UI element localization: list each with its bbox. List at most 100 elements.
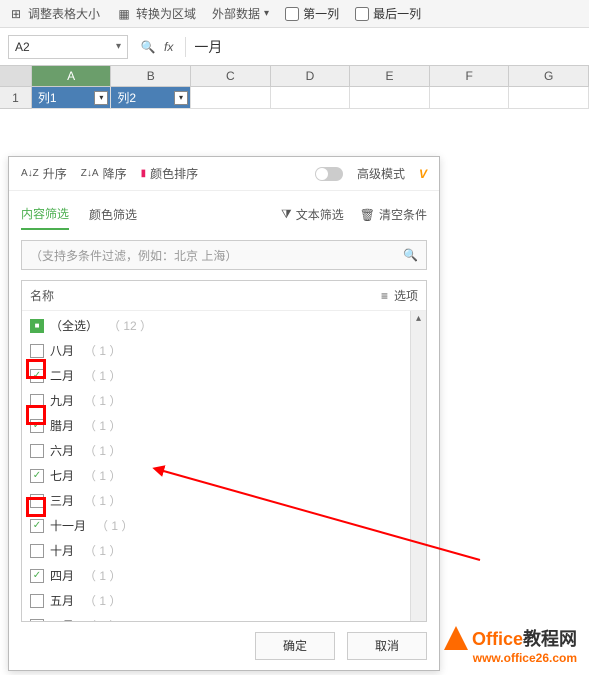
clear-filter-label: 清空条件 (379, 206, 427, 223)
color-sort-button[interactable]: ▮ 颜色排序 (141, 165, 199, 182)
sort-asc-button[interactable]: A↓Z 升序 (21, 165, 67, 182)
col-header-b[interactable]: B (111, 66, 191, 86)
list-item[interactable]: 八月 （ 1 ） (22, 338, 426, 363)
checkbox-icon[interactable] (30, 494, 44, 508)
item-label: 十一月 (50, 517, 86, 534)
list-item[interactable]: 腊月（ 1 ） (22, 413, 426, 438)
item-count: （ 12 ） (108, 317, 152, 334)
filter-dropdown-icon[interactable]: ▾ (174, 91, 188, 105)
chevron-down-icon[interactable]: ▾ (116, 41, 121, 52)
table-resize-icon: ⊞ (8, 6, 24, 22)
checkbox-icon[interactable] (30, 419, 44, 433)
item-label: 一月 (50, 617, 74, 621)
search-icon[interactable]: 🔍 (140, 39, 156, 55)
ok-button[interactable]: 确定 (255, 632, 335, 660)
col-header-d[interactable]: D (271, 66, 351, 86)
list-header: 名称 ≡ 选项 (22, 281, 426, 311)
advanced-mode-switch[interactable] (315, 167, 343, 181)
list-icon[interactable]: ≡ (381, 289, 388, 303)
cell-g1[interactable] (509, 87, 589, 109)
scroll-up-icon[interactable]: ▴ (411, 311, 426, 327)
select-all-corner[interactable] (0, 66, 32, 86)
first-col-input[interactable] (285, 7, 299, 21)
convert-range-button[interactable]: ▦ 转换为区域 (116, 5, 196, 22)
sort-asc-label: 升序 (43, 165, 67, 182)
cancel-button[interactable]: 取消 (347, 632, 427, 660)
list-item[interactable]: 六月（ 1 ） (22, 438, 426, 463)
item-label: 五月 (50, 592, 74, 609)
list-item[interactable]: 七月（ 1 ） (22, 463, 426, 488)
filter-list: 名称 ≡ 选项 ▴ （全选）（ 12 ） 八月 （ 1 ） 二月（ 1 ）九月（ 1 … (21, 280, 427, 622)
cell-d1[interactable] (271, 87, 351, 109)
col-header-f[interactable]: F (430, 66, 510, 86)
col-header-e[interactable]: E (350, 66, 430, 86)
checkbox-icon[interactable] (30, 469, 44, 483)
external-data-button[interactable]: 外部数据 ▾ (212, 5, 269, 22)
checkbox-icon[interactable] (30, 344, 44, 358)
list-item[interactable]: 二月（ 1 ） (22, 363, 426, 388)
list-item[interactable]: 一月（ 1 ） (22, 613, 426, 621)
checkbox-icon[interactable] (30, 394, 44, 408)
col1-label: 列1 (38, 87, 57, 109)
resize-table-button[interactable]: ⊞ 调整表格大小 (8, 5, 100, 22)
cell-c1[interactable] (191, 87, 271, 109)
checkbox-icon[interactable] (30, 444, 44, 458)
formula-bar: A2 ▾ 🔍 fx 一月 (0, 28, 589, 66)
item-count: （ 1 ） (84, 342, 121, 359)
tab-color-filter[interactable]: 颜色筛选 (89, 200, 137, 229)
filter-dropdown-icon[interactable]: ▾ (94, 91, 108, 105)
advanced-mode-label: 高级模式 (357, 165, 405, 182)
funnel-icon: ⧩ (281, 207, 292, 222)
sort-desc-button[interactable]: Z↓A 降序 (81, 165, 127, 182)
col-header-c[interactable]: C (191, 66, 271, 86)
list-item[interactable]: 九月（ 1 ） (22, 388, 426, 413)
checkbox-icon[interactable] (30, 369, 44, 383)
list-item[interactable]: 三月（ 1 ） (22, 488, 426, 513)
cell-e1[interactable] (350, 87, 430, 109)
cell-f1[interactable] (430, 87, 510, 109)
col-header-a[interactable]: A (32, 66, 112, 86)
fx-label[interactable]: fx (164, 40, 173, 54)
vip-badge: V (419, 167, 427, 181)
item-count: （ 1 ） (96, 517, 133, 534)
text-filter-button[interactable]: ⧩ 文本筛选 (281, 206, 344, 223)
search-icon[interactable]: 🔍 (403, 248, 418, 262)
checkbox-icon[interactable] (30, 519, 44, 533)
list-header-label: 名称 (30, 287, 54, 304)
spreadsheet-grid: A B C D E F G 1 列1 ▾ 列2 ▾ (0, 66, 589, 109)
list-item[interactable]: 五月 （ 1 ） (22, 588, 426, 613)
ribbon: ⊞ 调整表格大小 ▦ 转换为区域 外部数据 ▾ 第一列 最后一列 (0, 0, 589, 28)
checkbox-icon[interactable] (30, 544, 44, 558)
item-count: （ 1 ） (84, 592, 121, 609)
last-col-checkbox[interactable]: 最后一列 (355, 5, 421, 22)
table-header-col1[interactable]: 列1 ▾ (32, 87, 112, 109)
list-item[interactable]: 十月（ 1 ） (22, 538, 426, 563)
list-item[interactable]: （全选）（ 12 ） (22, 313, 426, 338)
table-row: 1 列1 ▾ 列2 ▾ (0, 87, 589, 109)
item-label: 四月 (50, 567, 74, 584)
col-header-g[interactable]: G (509, 66, 589, 86)
list-item[interactable]: 四月（ 1 ） (22, 563, 426, 588)
last-col-input[interactable] (355, 7, 369, 21)
watermark-brand-cn: 教程网 (523, 629, 577, 649)
checkbox-icon[interactable] (30, 594, 44, 608)
first-col-checkbox[interactable]: 第一列 (285, 5, 339, 22)
scrollbar-vertical[interactable]: ▴ (410, 311, 426, 621)
sort-asc-icon: A↓Z (21, 168, 39, 179)
checkbox-icon[interactable] (30, 569, 44, 583)
item-count: （ 1 ） (84, 467, 121, 484)
row-header-1[interactable]: 1 (0, 87, 32, 109)
filter-search-input[interactable]: （支持多条件过滤，例如：北京 上海） 🔍 (21, 240, 427, 270)
table-header-col2[interactable]: 列2 ▾ (111, 87, 191, 109)
formula-value[interactable]: 一月 (185, 37, 222, 57)
options-label[interactable]: 选项 (394, 287, 418, 304)
list-item[interactable]: 十一月 （ 1 ） (22, 513, 426, 538)
checkbox-icon[interactable] (30, 619, 44, 622)
name-box[interactable]: A2 ▾ (8, 35, 128, 59)
clear-filter-button[interactable]: 🗑 清空条件 (360, 206, 427, 223)
tab-content-filter[interactable]: 内容筛选 (21, 199, 69, 230)
color-sort-label: 颜色排序 (150, 165, 198, 182)
checkbox-icon[interactable] (30, 319, 44, 333)
item-label: 八月 (50, 342, 74, 359)
item-label: 十月 (50, 542, 74, 559)
